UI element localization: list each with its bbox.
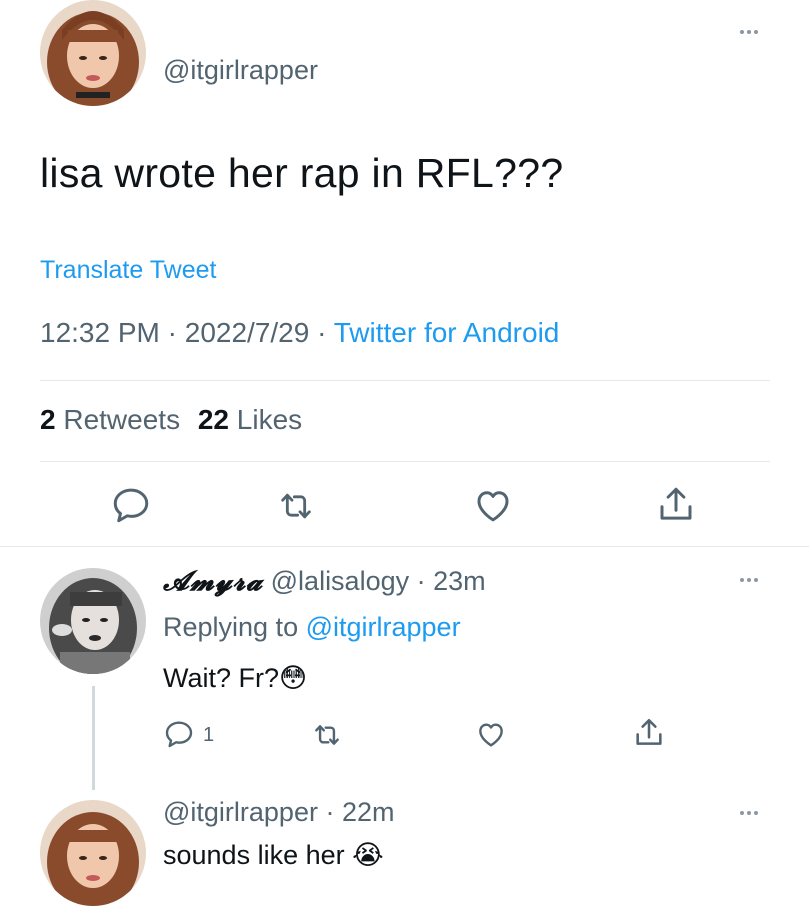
thread-line (92, 686, 95, 790)
reply-text: sounds like her 😭 (163, 840, 384, 871)
meta-separator: · (325, 797, 335, 827)
reply-text-body: sounds like her (163, 840, 345, 870)
author-avatar[interactable] (40, 0, 146, 106)
more-options-icon[interactable] (740, 30, 758, 34)
replying-to: Replying to @itgirlrapper (163, 612, 461, 643)
divider (40, 461, 770, 462)
more-options-icon[interactable] (740, 811, 758, 815)
likes-stat[interactable]: 22 Likes (198, 404, 302, 435)
retweets-count: 2 (40, 404, 56, 435)
share-icon[interactable] (655, 483, 697, 527)
retweets-stat[interactable]: 2 Retweets (40, 404, 188, 435)
reply-count: 1 (203, 724, 215, 746)
replying-to-handle[interactable]: @itgirlrapper (306, 612, 461, 642)
meta-separator: · (317, 317, 327, 348)
reply-avatar[interactable] (40, 568, 146, 674)
tweet-date[interactable]: 2022/7/29 (185, 317, 310, 348)
flushed-emoji: 😳 (279, 663, 308, 693)
share-icon[interactable] (632, 716, 666, 750)
reply-age[interactable]: 22m (342, 797, 395, 827)
retweets-label: Retweets (63, 404, 181, 435)
like-icon[interactable] (474, 718, 508, 750)
tweet-stats: 2 Retweets 22 Likes (40, 404, 302, 436)
reply-avatar[interactable] (40, 800, 146, 906)
tweet-time[interactable]: 12:32 PM (40, 317, 160, 348)
reply-display-name[interactable]: 𝓐𝓶𝔂𝓻𝓪 (163, 566, 263, 597)
likes-count: 22 (197, 404, 230, 435)
like-icon[interactable] (471, 484, 515, 526)
tweet-meta: 12:32 PM · 2022/7/29 · Twitter for Andro… (40, 317, 559, 349)
crying-emoji: 😭 (352, 840, 384, 870)
replying-to-label: Replying to (163, 612, 299, 642)
reply-header: @itgirlrapper · 22m (163, 797, 395, 828)
meta-separator: · (416, 566, 426, 596)
reply-handle[interactable]: @lalisalogy (271, 566, 409, 596)
tweet-text: lisa wrote her rap in RFL??? (40, 150, 564, 196)
reply-text-body: Wait? Fr? (163, 663, 280, 693)
divider (40, 380, 770, 381)
reply-age[interactable]: 23m (433, 566, 486, 596)
meta-separator: · (167, 317, 177, 348)
retweet-icon[interactable] (274, 486, 318, 526)
retweet-icon[interactable] (310, 719, 344, 751)
reply-header: 𝓐𝓶𝔂𝓻𝓪 @lalisalogy · 23m (163, 566, 486, 598)
reply-icon[interactable] (163, 718, 195, 750)
more-options-icon[interactable] (740, 578, 758, 582)
translate-tweet-link[interactable]: Translate Tweet (40, 256, 216, 285)
reply-text: Wait? Fr?😳 (163, 663, 307, 694)
reply-icon[interactable] (110, 484, 152, 526)
section-divider (0, 546, 809, 547)
tweet-source-link[interactable]: Twitter for Android (334, 317, 560, 348)
likes-label: Likes (236, 404, 303, 435)
reply-handle[interactable]: @itgirlrapper (163, 797, 318, 827)
author-handle[interactable]: @itgirlrapper (163, 55, 318, 86)
